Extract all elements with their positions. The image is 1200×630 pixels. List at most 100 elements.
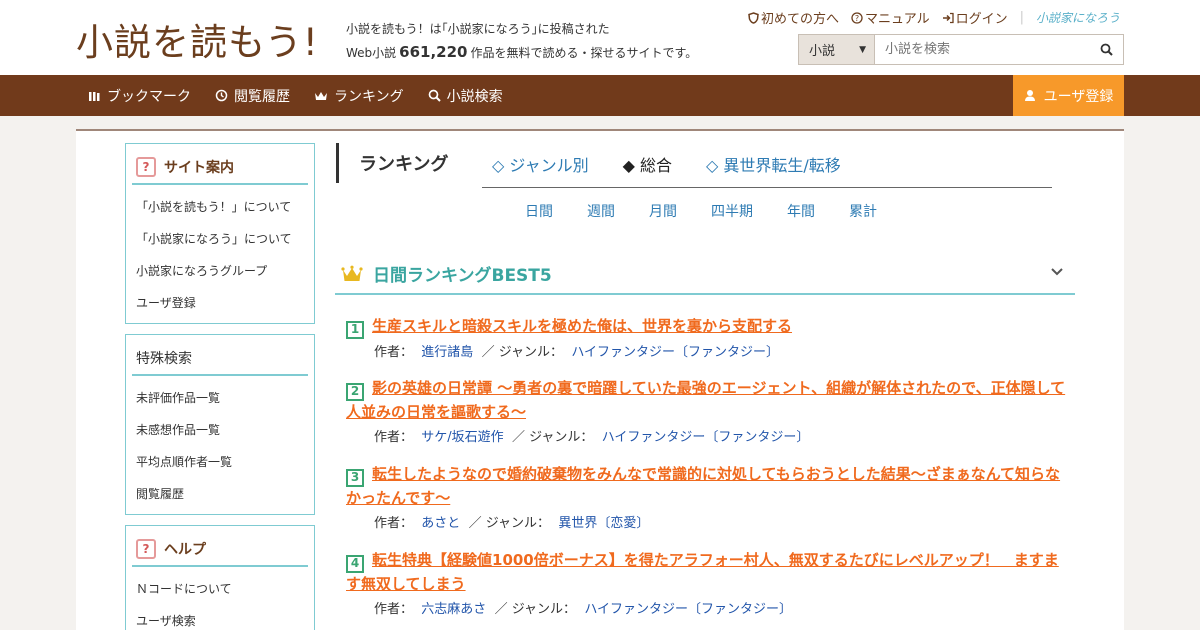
nav-ranking[interactable]: ランキング <box>314 86 404 106</box>
ranking-title: ランキング <box>359 154 449 175</box>
help-title-text: ヘルプ <box>164 542 206 558</box>
genre-link[interactable]: ハイファンタジー〔ファンタジー〕 <box>602 430 810 445</box>
site-guide-box: ? サイト案内 「小説を読もう！」について 「小説家になろう」について 小説家に… <box>125 143 315 324</box>
site-tagline: 小説を読もう！は｢小説家になろう｣に投稿された Web小説 661,220 作品を無… <box>346 18 697 65</box>
site-guide-item[interactable]: 小説家になろうグループ <box>136 257 304 289</box>
ranking-entry: 3 転生したようなので婚約破棄物をみんなで常識的に対処してもらおうとした結果～ざま… <box>346 463 1066 531</box>
rank-number: 3 <box>346 468 364 487</box>
tagline-suffix: 作品を無料で読める・探せるサイトです。 <box>470 46 698 60</box>
special-search-title: 特殊検索 <box>132 345 308 376</box>
search-icon <box>1100 43 1113 56</box>
special-search-item[interactable]: 閲覧履歴 <box>136 480 304 512</box>
chevron-down-icon[interactable] <box>1051 264 1063 280</box>
login-link[interactable]: ログイン <box>942 8 1008 27</box>
entry-meta: 作者： あさと ／ ジャンル： 異世界〔恋愛〕 <box>346 512 1066 531</box>
site-guide-title-text: サイト案内 <box>164 160 234 176</box>
search-button[interactable] <box>1089 35 1123 64</box>
author-label: 作者： <box>374 515 414 531</box>
history-icon <box>215 89 228 102</box>
search-type-value: 小説 <box>809 44 836 59</box>
entry-meta: 作者： 六志麻あさ ／ ジャンル： ハイファンタジー〔ファンタジー〕 <box>346 598 1066 617</box>
novel-title-link[interactable]: 影の英雄の日常譚 ～勇者の裏で暗躍していた最強のエージェント、組織が解体されたの… <box>346 379 1065 421</box>
search-icon <box>428 89 441 102</box>
tab-overall[interactable]: ◆ 総合 <box>623 152 672 176</box>
special-search-box: 特殊検索 未評価作品一覧 未感想作品一覧 平均点順作者一覧 閲覧履歴 <box>125 334 315 515</box>
period-yearly[interactable]: 年間 <box>787 201 815 221</box>
bookshelf-icon <box>89 91 100 101</box>
genre-link[interactable]: 異世界〔恋愛〕 <box>558 516 649 531</box>
author-label: 作者： <box>374 344 414 360</box>
novel-title-link[interactable]: 転生したようなので婚約破棄物をみんなで常識的に対処してもらおうとした結果～ざまぁ… <box>346 465 1060 507</box>
genre-label: ／ ジャンル： <box>481 344 564 360</box>
narou-brand-logo[interactable]: 小説家になろう <box>1036 9 1120 26</box>
special-search-item[interactable]: 平均点順作者一覧 <box>136 448 304 480</box>
site-guide-title: ? サイト案内 <box>132 154 308 185</box>
beginner-link[interactable]: 初めての方へ <box>748 8 839 27</box>
shield-icon <box>748 11 759 24</box>
author-label: 作者： <box>374 601 414 617</box>
nav-history[interactable]: 閲覧履歴 <box>215 86 290 106</box>
ranking-header: ランキング <box>336 143 448 183</box>
period-monthly[interactable]: 月間 <box>649 201 677 221</box>
genre-link[interactable]: ハイファンタジー〔ファンタジー〕 <box>584 602 792 617</box>
best5-header[interactable]: 日間ランキングBEST5 <box>335 254 1075 295</box>
tab-genre[interactable]: ◇ ジャンル別 <box>492 152 589 176</box>
rank-number: 1 <box>346 320 364 339</box>
register-button-label: ユーザ登録 <box>1043 88 1114 105</box>
tagline-line1: 小説を読もう！は｢小説家になろう｣に投稿された <box>346 22 610 36</box>
period-links: 日間 週間 月間 四半期 年間 累計 <box>525 201 877 221</box>
login-link-label: ログイン <box>955 12 1008 27</box>
special-search-item[interactable]: 未評価作品一覧 <box>136 384 304 416</box>
search-type-select[interactable]: 小説 ▼ <box>799 35 875 64</box>
manual-link[interactable]: ? マニュアル <box>851 8 930 27</box>
top-links: 初めての方へ ? マニュアル ログイン | 小説家になろう <box>748 8 1120 27</box>
tagline-line2: Web小説 661,220 作品を無料で読める・探せるサイトです。 <box>346 41 697 65</box>
genre-label: ／ ジャンル： <box>468 515 551 531</box>
site-guide-item[interactable]: ユーザ登録 <box>136 289 304 321</box>
search-input[interactable] <box>875 35 1089 64</box>
period-weekly[interactable]: 週間 <box>587 201 615 221</box>
best5-title: 日間ランキングBEST5 <box>373 266 552 286</box>
author-link[interactable]: 六志麻あさ <box>421 602 486 617</box>
divider: | <box>1019 10 1024 25</box>
help-circle-icon: ? <box>851 11 863 24</box>
beginner-link-label: 初めての方へ <box>760 12 839 27</box>
author-link[interactable]: 進行諸島 <box>421 345 473 360</box>
svg-text:?: ? <box>855 14 859 23</box>
crown-icon <box>315 91 327 100</box>
question-icon: ? <box>136 157 156 177</box>
tab-divider <box>482 187 1052 188</box>
entry-meta: 作者： 進行諸島 ／ ジャンル： ハイファンタジー〔ファンタジー〕 <box>346 341 1066 360</box>
novel-title-link[interactable]: 生産スキルと暗殺スキルを極めた俺は、世界を裏から支配する <box>372 317 792 335</box>
nav-bookmark[interactable]: ブックマーク <box>88 86 191 106</box>
author-link[interactable]: サケ/坂石遊作 <box>421 430 503 445</box>
period-daily[interactable]: 日間 <box>525 201 553 221</box>
site-header: 小説を読もう! 小説を読もう！は｢小説家になろう｣に投稿された Web小説 661… <box>0 0 1200 75</box>
period-total[interactable]: 累計 <box>849 201 877 221</box>
question-icon: ? <box>136 539 156 559</box>
login-icon <box>942 12 954 23</box>
nav-search[interactable]: 小説検索 <box>428 86 503 106</box>
period-quarterly[interactable]: 四半期 <box>711 201 753 221</box>
rank-number: 4 <box>346 554 364 573</box>
site-guide-item[interactable]: 「小説家になろう」について <box>136 225 304 257</box>
nav-history-label: 閲覧履歴 <box>234 88 290 105</box>
tab-isekai[interactable]: ◇ 異世界転生/転移 <box>706 152 841 176</box>
register-button[interactable]: ユーザ登録 <box>1013 75 1124 116</box>
author-link[interactable]: あさと <box>421 516 460 531</box>
user-icon <box>1024 90 1035 101</box>
special-search-item[interactable]: 未感想作品一覧 <box>136 416 304 448</box>
work-count: 661,220 <box>399 43 468 61</box>
site-logo[interactable]: 小説を読もう! <box>76 12 319 66</box>
tagline-prefix: Web小説 <box>346 46 397 60</box>
manual-link-label: マニュアル <box>864 12 930 27</box>
crown-icon <box>341 265 363 281</box>
caret-down-icon: ▼ <box>859 44 866 55</box>
genre-link[interactable]: ハイファンタジー〔ファンタジー〕 <box>571 345 779 360</box>
novel-title-link[interactable]: 転生特典【経験値1000倍ボーナス】を得たアラフォー村人、無双するたびにレベルア… <box>346 551 1059 593</box>
help-item[interactable]: Ｎコードについて <box>136 575 304 607</box>
help-item[interactable]: ユーザ検索 <box>136 607 304 630</box>
help-box: ? ヘルプ Ｎコードについて ユーザ検索 <box>125 525 315 630</box>
rank-number: 2 <box>346 382 364 401</box>
site-guide-item[interactable]: 「小説を読もう！」について <box>136 193 304 225</box>
